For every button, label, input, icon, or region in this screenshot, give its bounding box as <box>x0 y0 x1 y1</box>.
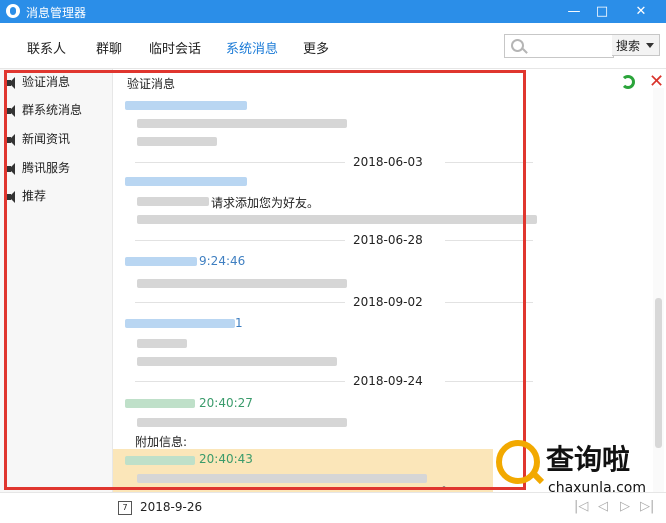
date-label: 2018-06-28 <box>353 233 423 247</box>
watermark-title: 查询啦 <box>546 443 631 476</box>
sidebar-item-tencent-service[interactable]: 腾讯服务 <box>6 159 70 177</box>
minimize-button[interactable]: — <box>560 0 588 23</box>
sender-name-blurred <box>125 257 197 266</box>
message-text-blurred <box>137 418 347 427</box>
close-button[interactable]: ✕ <box>616 0 666 23</box>
message-text-blurred <box>137 474 427 483</box>
date-divider: 2018-06-28 <box>135 233 533 247</box>
sender-name-blurred <box>125 399 195 408</box>
sender-name-blurred <box>125 177 247 186</box>
status-date: 2018-9-26 <box>140 500 203 514</box>
date-divider: 2018-06-03 <box>135 155 533 169</box>
search-button-label: 搜索 <box>616 39 641 53</box>
sidebar-item-group-system[interactable]: 群系统消息 <box>6 101 82 119</box>
content-title: 验证消息 <box>127 77 176 91</box>
sidebar-item-verification[interactable]: 验证消息 <box>6 73 70 91</box>
scrollbar-thumb[interactable] <box>655 298 662 448</box>
maximize-button[interactable]: □ <box>588 0 616 23</box>
date-divider: 2018-09-24 <box>135 374 533 388</box>
search-button[interactable]: 搜索 <box>612 34 660 56</box>
sidebar-item-recommend[interactable]: 推荐 <box>6 187 46 205</box>
sidebar-item-label: 验证消息 <box>22 75 71 89</box>
search-icon <box>511 39 524 52</box>
speaker-icon <box>6 133 20 146</box>
date-label: 2018-09-02 <box>353 295 423 309</box>
message-text-blurred <box>137 137 217 146</box>
chevron-up-icon[interactable]: ︿ <box>439 477 449 492</box>
date-label: 2018-09-24 <box>353 374 423 388</box>
sidebar: 验证消息 群系统消息 新闻资讯 腾讯服务 推荐 <box>0 69 113 492</box>
message-text-blurred <box>137 357 337 366</box>
sidebar-item-label: 群系统消息 <box>22 103 83 117</box>
sender-name-blurred <box>125 319 235 328</box>
message-text-blurred <box>137 197 209 206</box>
sender-name-blurred <box>125 101 247 110</box>
watermark-subtitle: chaxunla.com <box>548 480 646 496</box>
sidebar-item-label: 新闻资讯 <box>22 132 71 146</box>
message-text-blurred <box>137 279 347 288</box>
watermark-logo: 查询啦 chaxunla.com <box>486 432 666 504</box>
message-text-blurred <box>137 119 347 128</box>
speaker-icon <box>6 162 20 175</box>
calendar-icon[interactable]: 7 <box>118 501 132 515</box>
qq-penguin-icon <box>6 4 20 18</box>
tab-contacts[interactable]: 联系人 <box>27 38 66 57</box>
message-time: 9:24:46 <box>199 254 246 268</box>
sidebar-item-news[interactable]: 新闻资讯 <box>6 130 70 148</box>
message-text: 请求添加您为好友。 <box>211 196 320 210</box>
sidebar-item-label: 腾讯服务 <box>22 161 71 175</box>
tab-temp-chat[interactable]: 临时会话 <box>149 38 201 57</box>
chevron-down-icon[interactable] <box>646 43 654 48</box>
message-text-blurred <box>137 339 187 348</box>
speaker-icon <box>6 76 20 89</box>
date-label: 2018-06-03 <box>353 155 423 169</box>
speaker-icon <box>6 104 20 117</box>
date-divider: 2018-09-02 <box>135 295 533 309</box>
sidebar-item-label: 推荐 <box>22 189 47 203</box>
sender-name-blurred <box>125 456 195 465</box>
speaker-icon <box>6 190 20 203</box>
message-time: 1 <box>235 316 243 330</box>
magnifier-logo-icon <box>496 440 540 484</box>
message-time: 20:40:43 <box>199 452 253 466</box>
message-text: 附加信息: <box>135 435 188 449</box>
message-time: 20:40:27 <box>199 396 253 410</box>
title-bar: 消息管理器 — □ ✕ <box>0 0 666 23</box>
tab-system-messages[interactable]: 系统消息 <box>226 38 278 57</box>
tab-groups[interactable]: 群聊 <box>96 38 122 57</box>
window-title: 消息管理器 <box>26 6 87 20</box>
tab-more[interactable]: 更多 <box>303 38 329 57</box>
search-input[interactable] <box>504 34 614 58</box>
message-text-blurred <box>137 215 537 224</box>
message-list: 验证消息 ✕ ︿ 2018-06-03 请求添加您为好友。 2018-06-28… <box>113 69 666 493</box>
refresh-icon[interactable] <box>621 75 635 89</box>
